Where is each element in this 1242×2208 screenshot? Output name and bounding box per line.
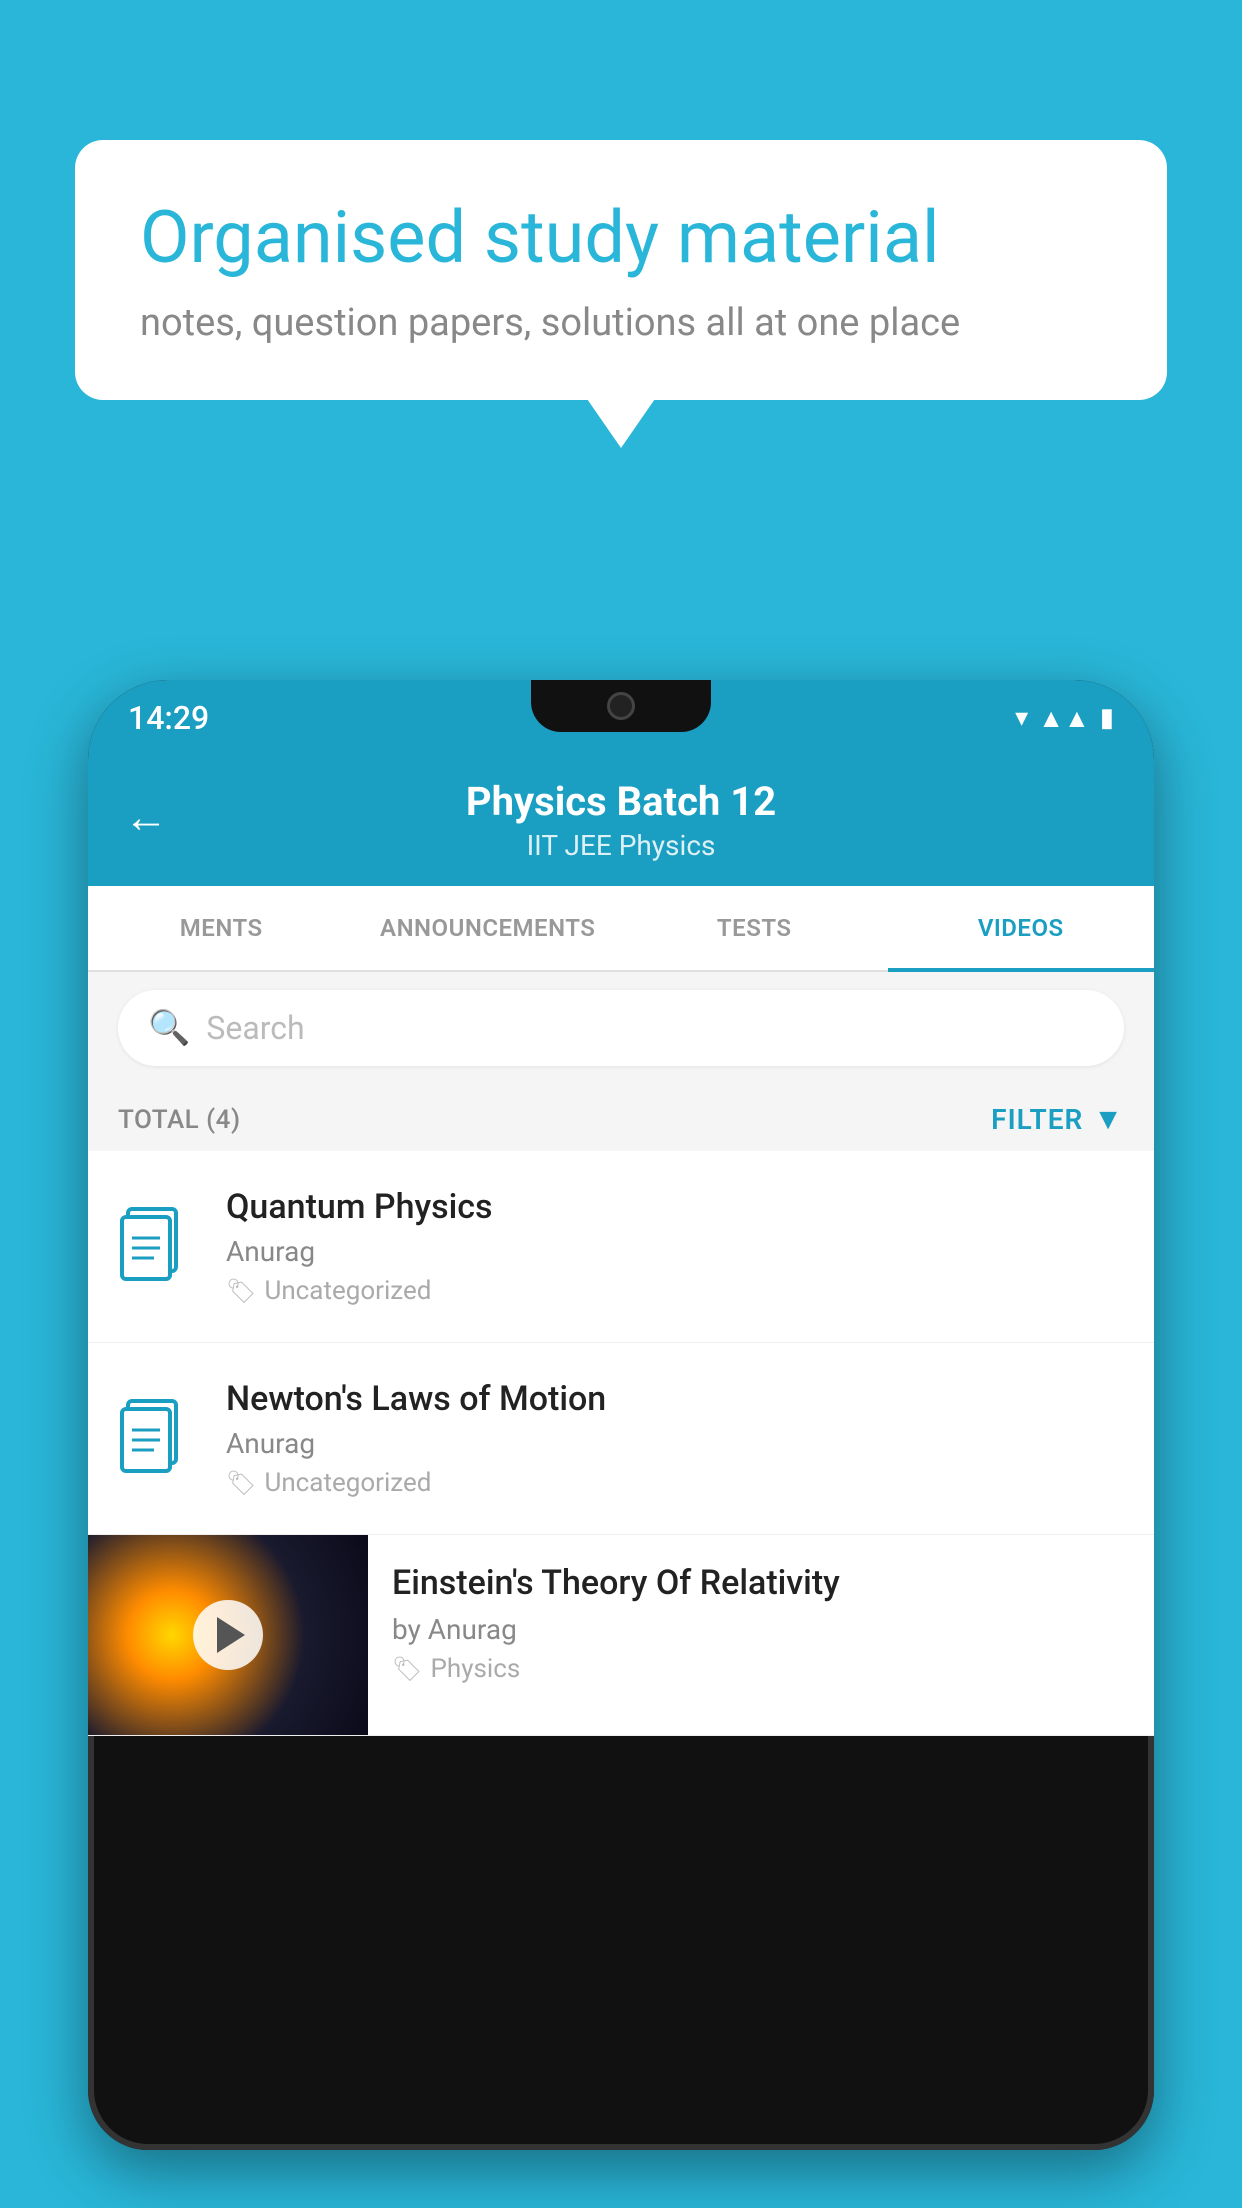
wifi-icon: ▾: [1015, 703, 1028, 733]
tab-announcements[interactable]: ANNOUNCEMENTS: [355, 886, 622, 970]
tab-videos[interactable]: VIDEOS: [888, 886, 1155, 970]
filter-label: FILTER: [991, 1103, 1083, 1136]
total-label: TOTAL (4): [118, 1105, 241, 1135]
app-header: ← Physics Batch 12 IIT JEE Physics: [88, 748, 1154, 886]
search-icon: 🔍: [148, 1008, 190, 1048]
back-button[interactable]: ←: [124, 791, 168, 843]
tab-bar: MENTS ANNOUNCEMENTS TESTS VIDEOS: [88, 886, 1154, 972]
play-button[interactable]: [193, 1600, 263, 1670]
file-icon: [118, 1395, 198, 1483]
search-bar-wrap: 🔍 Search: [88, 972, 1154, 1084]
phone-screen: 14:29 ▾ ▲▲ ▮ ← Physics Batch 12 IIT JEE …: [88, 680, 1154, 2150]
phone-wrapper: 14:29 ▾ ▲▲ ▮ ← Physics Batch 12 IIT JEE …: [88, 680, 1154, 2208]
tag-icon: 🏷: [226, 1469, 256, 1497]
phone-notch: [531, 680, 711, 732]
speech-bubble-area: Organised study material notes, question…: [75, 140, 1167, 400]
video-tag: 🏷 Uncategorized: [226, 1276, 1124, 1306]
tag-label: Physics: [430, 1654, 520, 1684]
phone: 14:29 ▾ ▲▲ ▮ ← Physics Batch 12 IIT JEE …: [88, 680, 1154, 2150]
status-icons: ▾ ▲▲ ▮: [1015, 703, 1114, 734]
header-subtitle: IIT JEE Physics: [128, 829, 1114, 862]
bubble-title: Organised study material: [140, 195, 1102, 281]
status-time: 14:29: [128, 699, 209, 737]
speech-bubble: Organised study material notes, question…: [75, 140, 1167, 400]
tag-label: Uncategorized: [264, 1468, 431, 1498]
file-icon: [118, 1203, 198, 1291]
play-icon: [217, 1617, 245, 1653]
video-author: Anurag: [226, 1235, 1124, 1268]
video-author: by Anurag: [392, 1613, 1130, 1646]
filter-row: TOTAL (4) FILTER ▼: [88, 1084, 1154, 1151]
filter-button[interactable]: FILTER ▼: [991, 1102, 1124, 1137]
filter-icon: ▼: [1093, 1102, 1124, 1137]
tag-label: Uncategorized: [264, 1276, 431, 1306]
video-title: Einstein's Theory Of Relativity: [392, 1563, 1130, 1603]
bubble-subtitle: notes, question papers, solutions all at…: [140, 301, 1102, 345]
tab-tests[interactable]: TESTS: [621, 886, 888, 970]
video-tag: 🏷 Physics: [392, 1654, 1130, 1684]
front-camera: [607, 692, 635, 720]
list-item[interactable]: Einstein's Theory Of Relativity by Anura…: [88, 1535, 1154, 1736]
search-bar[interactable]: 🔍 Search: [118, 990, 1124, 1066]
tag-icon: 🏷: [392, 1655, 422, 1683]
video-title: Quantum Physics: [226, 1187, 1124, 1227]
list-item[interactable]: Quantum Physics Anurag 🏷 Uncategorized: [88, 1151, 1154, 1343]
video-info: Quantum Physics Anurag 🏷 Uncategorized: [226, 1187, 1124, 1306]
search-placeholder: Search: [206, 1009, 304, 1047]
video-info: Newton's Laws of Motion Anurag 🏷 Uncateg…: [226, 1379, 1124, 1498]
signal-icon: ▲▲: [1038, 703, 1089, 734]
tab-ments[interactable]: MENTS: [88, 886, 355, 970]
video-author: Anurag: [226, 1427, 1124, 1460]
battery-icon: ▮: [1100, 703, 1114, 733]
tag-icon: 🏷: [226, 1277, 256, 1305]
video-title: Newton's Laws of Motion: [226, 1379, 1124, 1419]
video-info: Einstein's Theory Of Relativity by Anura…: [368, 1535, 1154, 1712]
video-tag: 🏷 Uncategorized: [226, 1468, 1124, 1498]
header-title: Physics Batch 12: [128, 778, 1114, 825]
video-thumbnail: [88, 1535, 368, 1735]
list-item[interactable]: Newton's Laws of Motion Anurag 🏷 Uncateg…: [88, 1343, 1154, 1535]
video-list: Quantum Physics Anurag 🏷 Uncategorized: [88, 1151, 1154, 1736]
